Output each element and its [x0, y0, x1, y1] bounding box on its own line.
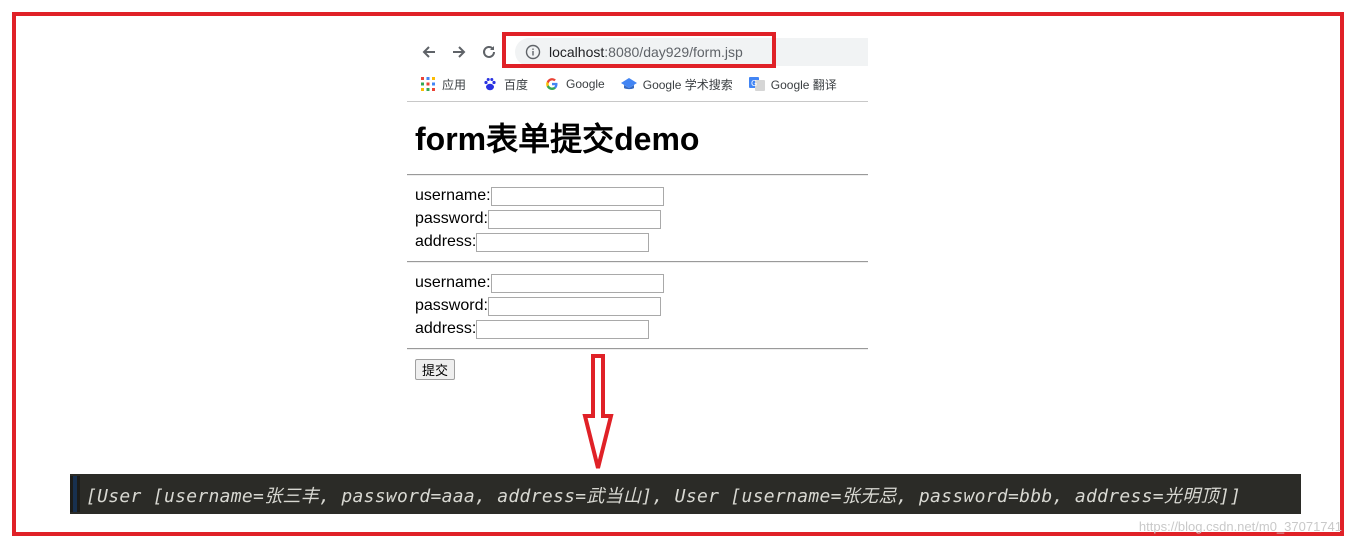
baidu-paw-icon — [482, 76, 498, 92]
watermark: https://blog.csdn.net/m0_37071741 — [1138, 519, 1342, 534]
horizontal-rule — [407, 348, 868, 350]
username-input-2[interactable] — [490, 273, 664, 293]
bookmark-label: Google 翻译 — [770, 77, 837, 92]
bookmark-label: Google 学术搜索 — [642, 77, 733, 92]
chrome-divider — [407, 101, 868, 102]
bookmark-baidu[interactable]: 百度 — [482, 76, 528, 93]
form-row-password-2: password: — [415, 295, 661, 317]
form-row-password-1: password: — [415, 208, 661, 230]
bookmark-google-scholar[interactable]: Google 学术搜索 — [620, 76, 733, 93]
bookmark-google-translate[interactable]: G Google 翻译 — [748, 76, 837, 93]
form-row-username-2: username: — [415, 272, 664, 294]
username-label: username: — [415, 187, 491, 204]
bookmark-label: 百度 — [504, 77, 529, 92]
password-label: password: — [415, 297, 488, 314]
scholar-cap-icon — [620, 76, 637, 92]
translate-icon: G — [748, 76, 765, 92]
down-arrow-annotation-icon — [582, 354, 614, 469]
google-g-icon — [544, 76, 560, 92]
url-annotation-box — [502, 32, 776, 68]
form-row-username-1: username: — [415, 185, 664, 207]
address-label: address: — [415, 233, 477, 250]
console-output: [User [username=张三丰, password=aaa, addre… — [86, 486, 1242, 507]
bookmark-apps[interactable]: 应用 — [420, 76, 466, 93]
console-gutter — [70, 476, 80, 512]
address-label: address: — [415, 320, 477, 337]
password-input-1[interactable] — [487, 209, 661, 229]
horizontal-rule — [407, 174, 868, 176]
address-input-1[interactable] — [476, 232, 650, 252]
form-row-address-2: address: — [415, 318, 650, 340]
browser-nav — [418, 38, 508, 66]
bookmarks-bar: 应用 百度 Google Google 学术搜索 G Google 翻译 — [420, 74, 853, 94]
form-row-address-1: address: — [415, 231, 650, 253]
submit-button[interactable]: 提交 — [415, 359, 456, 380]
username-label: username: — [415, 274, 491, 291]
password-label: password: — [415, 210, 488, 227]
back-arrow-icon[interactable] — [418, 41, 440, 63]
bookmark-label: 应用 — [442, 77, 467, 92]
horizontal-rule — [407, 261, 868, 263]
svg-text:G: G — [751, 79, 757, 88]
console-panel: [User [username=张三丰, password=aaa, addre… — [70, 474, 1301, 514]
reload-icon[interactable] — [478, 41, 500, 63]
forward-arrow-icon[interactable] — [448, 41, 470, 63]
bookmark-google[interactable]: Google — [544, 76, 605, 92]
page-title: form表单提交demo — [415, 121, 700, 157]
username-input-1[interactable] — [490, 186, 664, 206]
apps-grid-icon — [420, 76, 436, 92]
password-input-2[interactable] — [487, 296, 661, 316]
bookmark-label: Google — [566, 77, 605, 91]
address-input-2[interactable] — [476, 319, 650, 339]
